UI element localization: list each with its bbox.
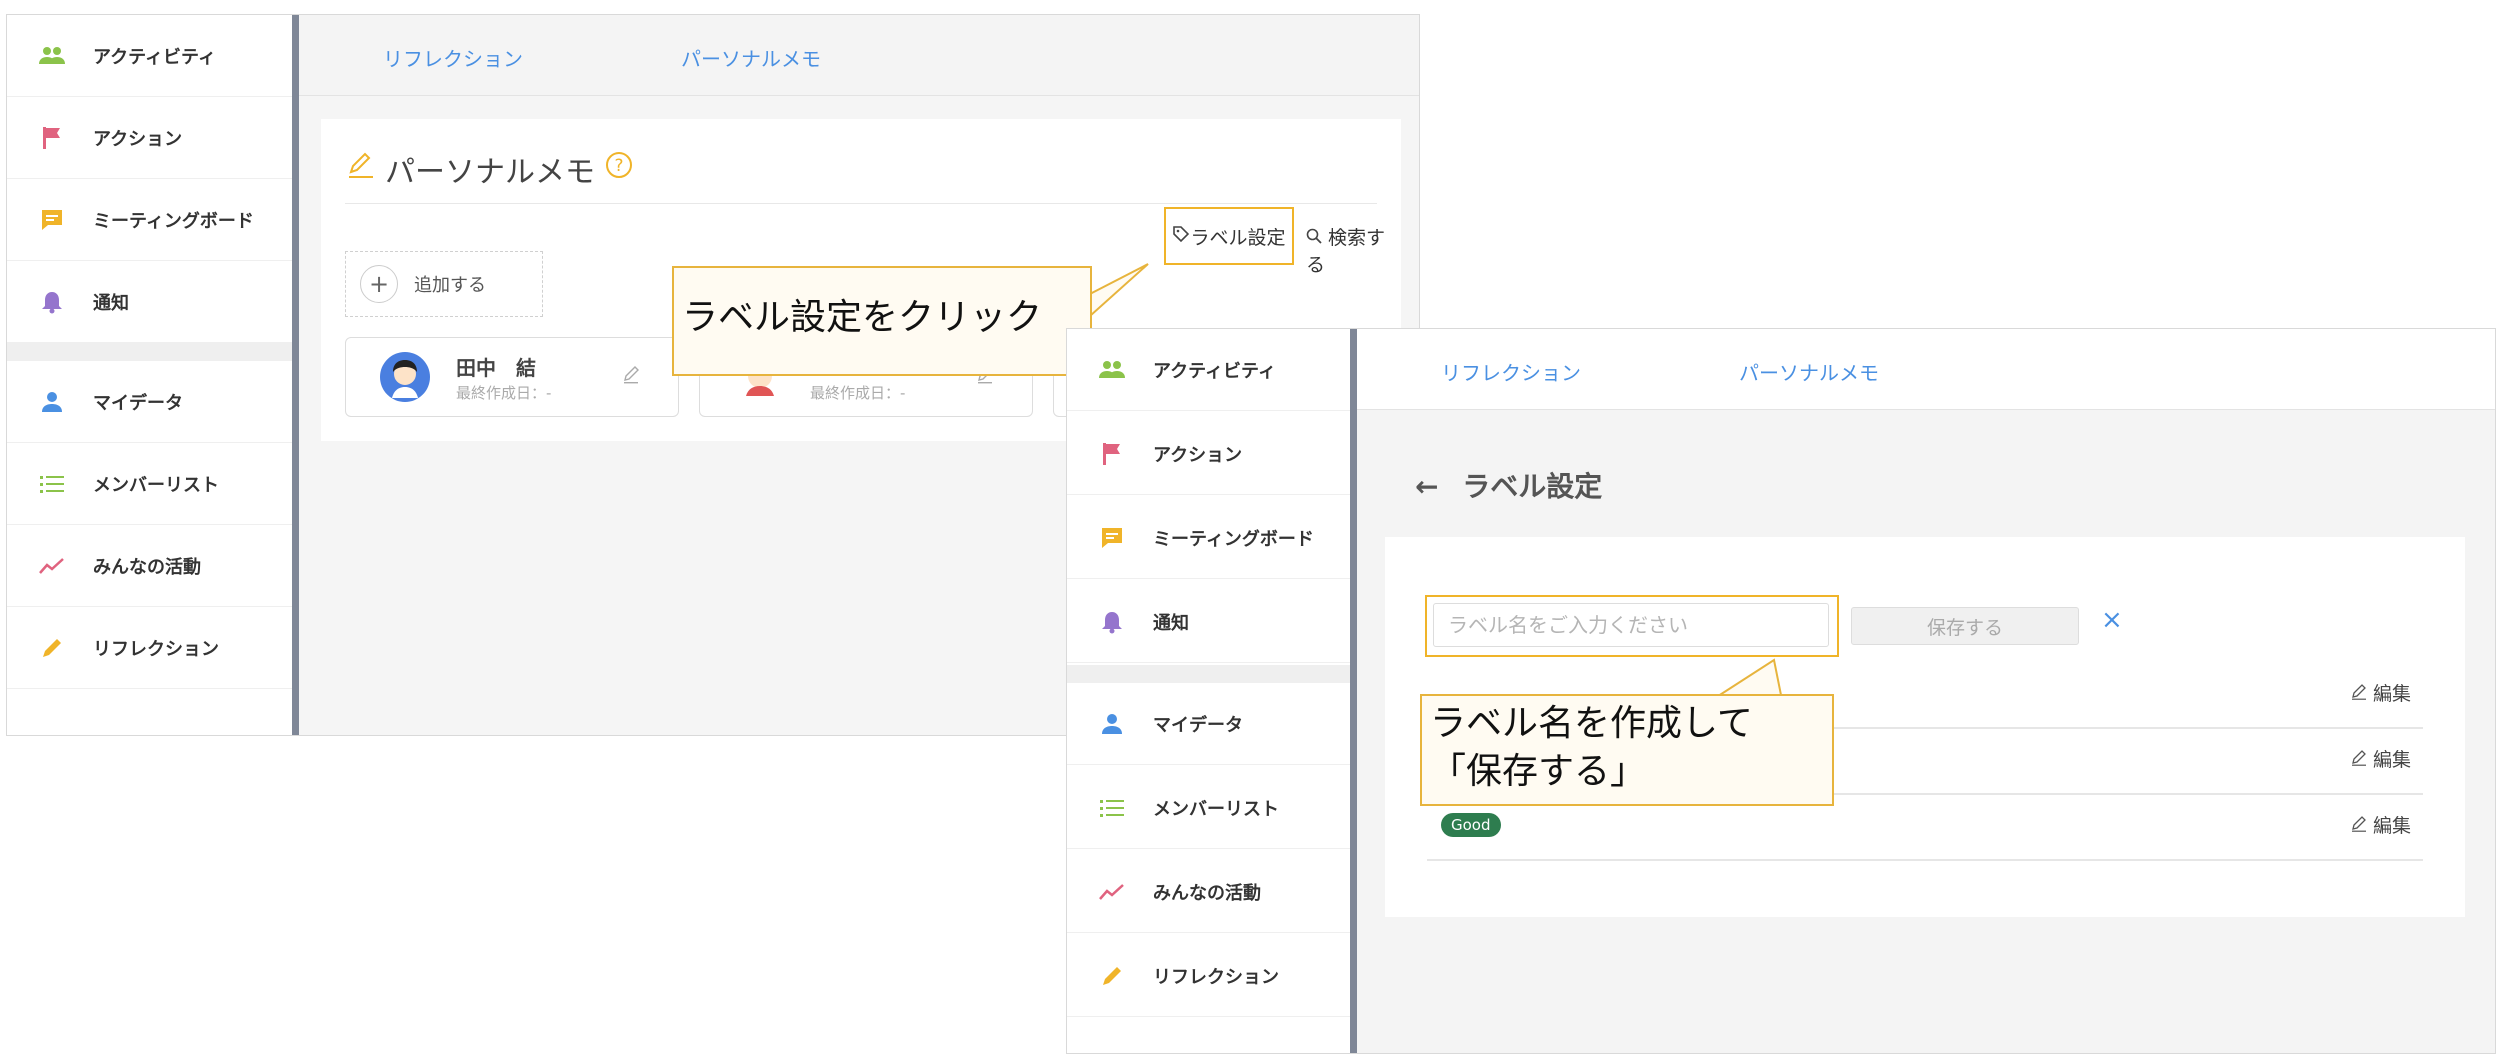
callout-pointer-2 (1708, 658, 1784, 701)
callout-text: ラベル名を作成して「保存する」 (1430, 703, 1753, 792)
callout-create-and-save: ラベル名を作成して「保存する」 (1420, 694, 1834, 806)
